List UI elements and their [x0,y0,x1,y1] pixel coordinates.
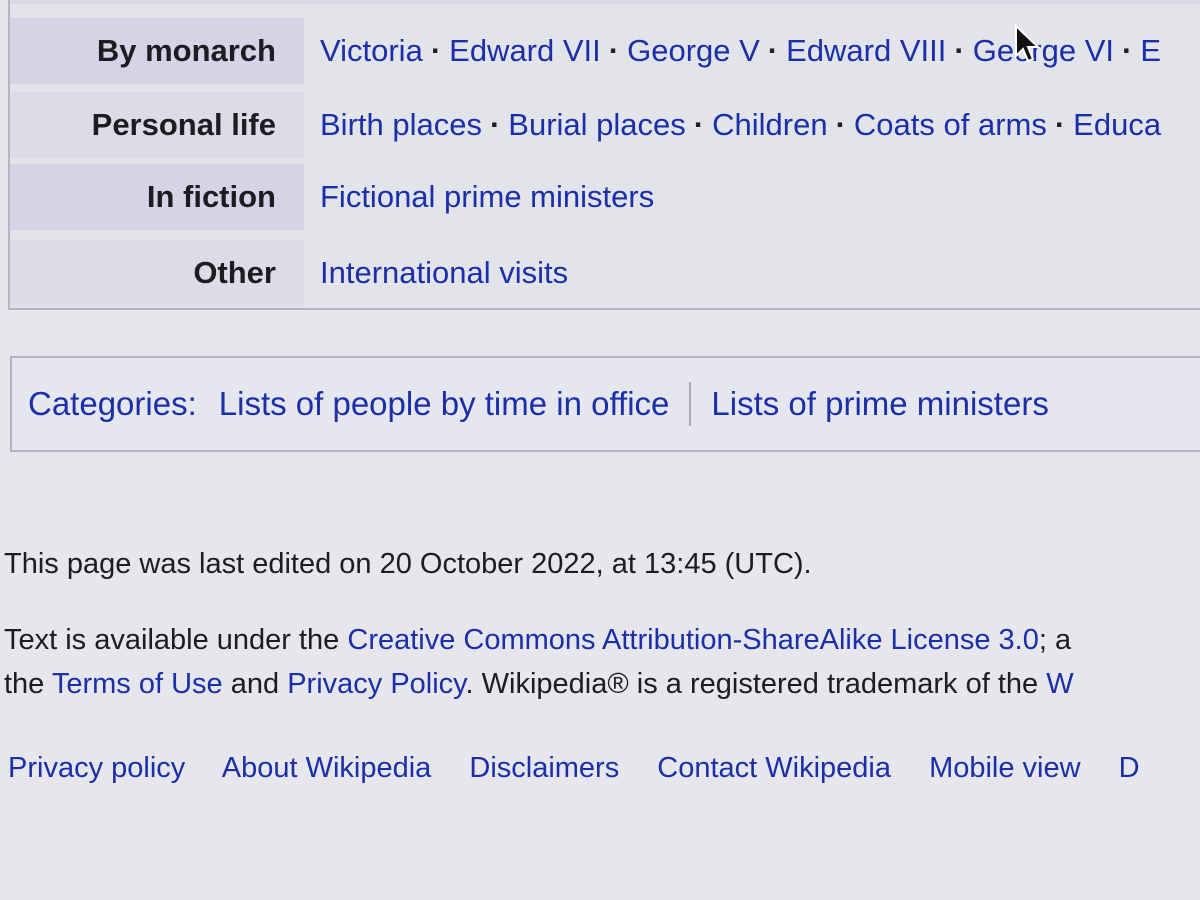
footer-license-line: Text is available under the Creative Com… [4,624,1071,657]
category-links: Categories: Lists of people by time in o… [10,356,1200,452]
footer-link-truncated[interactable]: D [1119,752,1140,784]
separator: · [835,107,846,142]
separator: · [954,33,965,68]
footer-text: and [222,668,288,700]
navbox-list: Birth places · Burial places · Children · Coat… [304,92,1161,158]
nav-link-burial-places[interactable]: Burial places [508,107,685,142]
nav-link-edward-viii[interactable]: Edward VIII [786,33,946,68]
footer-text: Text is available under the [4,624,348,656]
navbox-group-label: In fiction [10,164,304,230]
footer-link-contact-wikipedia[interactable]: Contact Wikipedia [657,752,891,784]
separator: · [489,107,501,142]
footer-text: the [4,668,52,700]
footer-link-about-wikipedia[interactable]: About Wikipedia [222,752,432,784]
navbox-list: Fictional prime ministers [304,164,654,230]
nav-link-education-truncated[interactable]: Educa [1073,107,1161,142]
separator: · [608,33,620,68]
separator: · [430,33,442,68]
privacy-policy-link[interactable]: Privacy Policy [287,668,465,700]
nav-link-fictional-prime-ministers[interactable]: Fictional prime ministers [320,179,654,214]
nav-link-birth-places[interactable]: Birth places [320,107,482,142]
navbox-list: International visits [304,240,568,306]
footer-places: Privacy policy About Wikipedia Disclaime… [8,752,1170,785]
wikimedia-link-truncated[interactable]: W [1046,668,1073,700]
navbox-group-label: Personal life [10,92,304,158]
footer-text: ; a [1038,624,1072,656]
footer-text: . Wikipedia® is a registered trademark o… [465,668,1047,700]
category-link-people-by-time-in-office[interactable]: Lists of people by time in office [219,385,670,423]
footer-last-edited: This page was last edited on 20 October … [4,548,812,580]
nav-link-international-visits[interactable]: International visits [320,255,568,290]
license-link[interactable]: Creative Commons Attribution-ShareAlike … [347,624,1039,656]
nav-link-children[interactable]: Children [712,107,827,142]
separator: · [1054,107,1066,142]
navbox-group-label: Other [10,240,304,306]
category-link-prime-ministers[interactable]: Lists of prime ministers [711,385,1048,423]
navbox-row-personal-life: Personal life Birth places · Burial places… [10,92,1200,158]
categories-label-link[interactable]: Categories: [28,385,197,423]
nav-link-truncated[interactable]: E [1140,33,1161,68]
navbox-row-in-fiction: In fiction Fictional prime ministers [10,164,1200,230]
footer-link-disclaimers[interactable]: Disclaimers [469,752,619,784]
separator: · [1122,33,1133,68]
nav-link-coats-of-arms[interactable]: Coats of arms [854,107,1047,142]
navbox-top-strip [10,0,1200,4]
separator: · [693,107,705,142]
nav-link-victoria[interactable]: Victoria [320,33,423,68]
navbox-row-other: Other International visits [10,240,1200,306]
nav-link-edward-vii[interactable]: Edward VII [449,33,601,68]
footer-link-privacy-policy[interactable]: Privacy policy [8,752,185,784]
nav-link-george-vi[interactable]: George VI [973,33,1114,68]
separator: · [767,33,779,68]
footer-terms-line: the Terms of Use and Privacy Policy. Wik… [4,668,1074,701]
navbox-group-label: By monarch [10,18,304,84]
nav-link-george-v[interactable]: George V [627,33,760,68]
footer-link-mobile-view[interactable]: Mobile view [929,752,1081,784]
terms-of-use-link[interactable]: Terms of Use [52,668,223,700]
category-divider [689,382,692,426]
